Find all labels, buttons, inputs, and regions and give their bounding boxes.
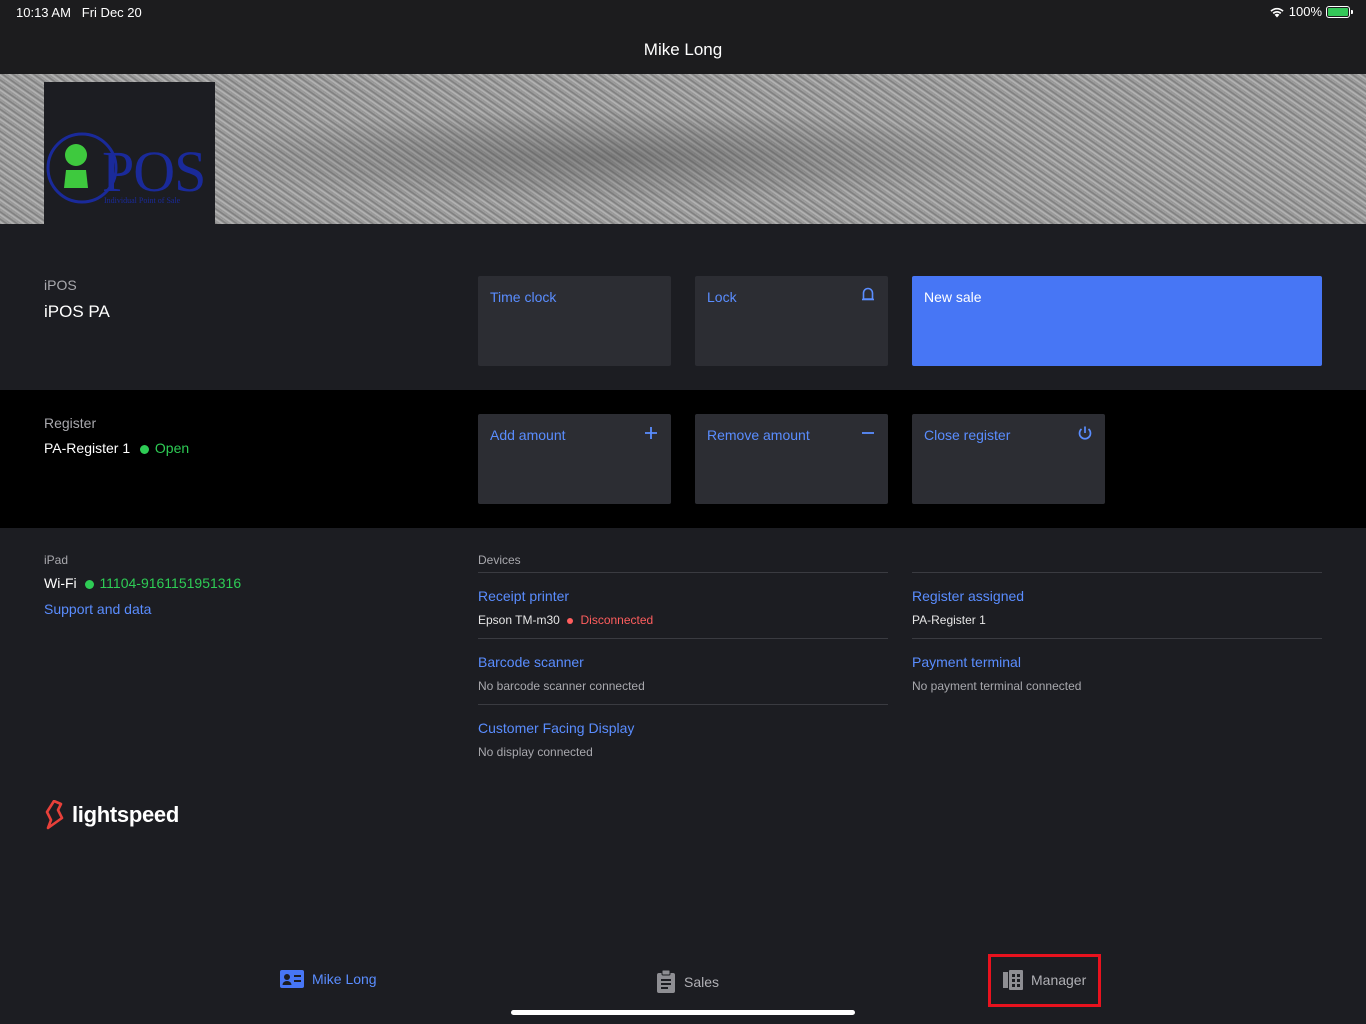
- register-info: PA-Register 1 Open: [44, 440, 189, 456]
- lock-button[interactable]: Lock: [695, 276, 888, 366]
- manager-tab-highlight: [988, 954, 1101, 1007]
- logo-subtitle: Individual Point of Sale: [104, 196, 181, 205]
- battery-percent: 100%: [1288, 4, 1322, 19]
- power-icon: [1078, 426, 1092, 440]
- time-clock-button[interactable]: Time clock: [478, 276, 671, 366]
- printer-model: Epson TM-m30: [478, 613, 560, 627]
- customer-display-item[interactable]: Customer Facing Display No display conne…: [478, 720, 888, 759]
- wifi-label: Wi-Fi: [44, 575, 77, 591]
- tab-mike-long[interactable]: Mike Long: [280, 970, 377, 988]
- wifi-info: Wi-Fi 11104-9161151951316: [44, 575, 241, 591]
- support-and-data-link[interactable]: Support and data: [44, 601, 151, 617]
- payment-terminal-item[interactable]: Payment terminal No payment terminal con…: [912, 654, 1322, 693]
- tab-sales[interactable]: Sales: [656, 970, 719, 994]
- minus-icon: [862, 432, 874, 434]
- receipt-printer-item[interactable]: Receipt printer Epson TM-m30 Disconnecte…: [478, 588, 888, 627]
- register-name: PA-Register 1: [44, 440, 131, 456]
- logo-text: POS: [102, 139, 206, 204]
- bell-icon: [862, 287, 874, 301]
- barcode-scanner-item[interactable]: Barcode scanner No barcode scanner conne…: [478, 654, 888, 693]
- register-label: Register: [44, 415, 97, 431]
- wifi-value: 11104-9161151951316: [99, 575, 242, 591]
- home-indicator[interactable]: [511, 1010, 855, 1015]
- register-assigned-item[interactable]: Register assigned PA-Register 1: [912, 588, 1322, 627]
- disconnected-dot: [567, 617, 574, 624]
- divider: [912, 572, 1322, 573]
- remove-amount-button[interactable]: Remove amount: [695, 414, 888, 504]
- page-title: Mike Long: [643, 40, 723, 59]
- open-status-dot: [140, 444, 149, 454]
- store-label: iPOS: [44, 277, 77, 293]
- register-section: Register PA-Register 1 Open Add amount R…: [0, 390, 1366, 528]
- new-sale-button[interactable]: New sale: [912, 276, 1322, 366]
- divider: [912, 638, 1322, 639]
- flame-icon: [45, 800, 64, 830]
- divider: [478, 704, 888, 705]
- clipboard-icon: [657, 970, 675, 993]
- lightspeed-wordmark: lightspeed: [72, 802, 180, 827]
- devices-header: Devices: [478, 553, 521, 567]
- wifi-icon: [1270, 7, 1284, 17]
- wifi-status-dot: [84, 579, 94, 589]
- plus-icon: [645, 427, 657, 439]
- ipad-label: iPad: [44, 553, 69, 567]
- divider: [478, 638, 888, 639]
- status-right: 100%: [1269, 4, 1353, 19]
- add-amount-button[interactable]: Add amount: [478, 414, 671, 504]
- divider: [478, 572, 888, 573]
- close-register-button[interactable]: Close register: [912, 414, 1105, 504]
- status-time: 10:13 AM Fri Dec 20: [16, 5, 142, 20]
- store-name: iPOS PA: [44, 302, 110, 321]
- store-section: iPOS iPOS PA Time clock Lock New sale: [0, 224, 1366, 390]
- contact-card-icon: [280, 970, 304, 988]
- nav-bar: Mike Long: [0, 24, 1366, 74]
- printer-status: Disconnected: [580, 613, 654, 627]
- device-section: iPad Wi-Fi 11104-9161151951316 Support a…: [0, 528, 1366, 958]
- lightspeed-logo: lightspeed: [44, 800, 179, 830]
- register-status: Open: [154, 440, 190, 456]
- status-bar: 10:13 AM Fri Dec 20 100%: [0, 0, 1366, 24]
- battery-icon: [1326, 5, 1353, 18]
